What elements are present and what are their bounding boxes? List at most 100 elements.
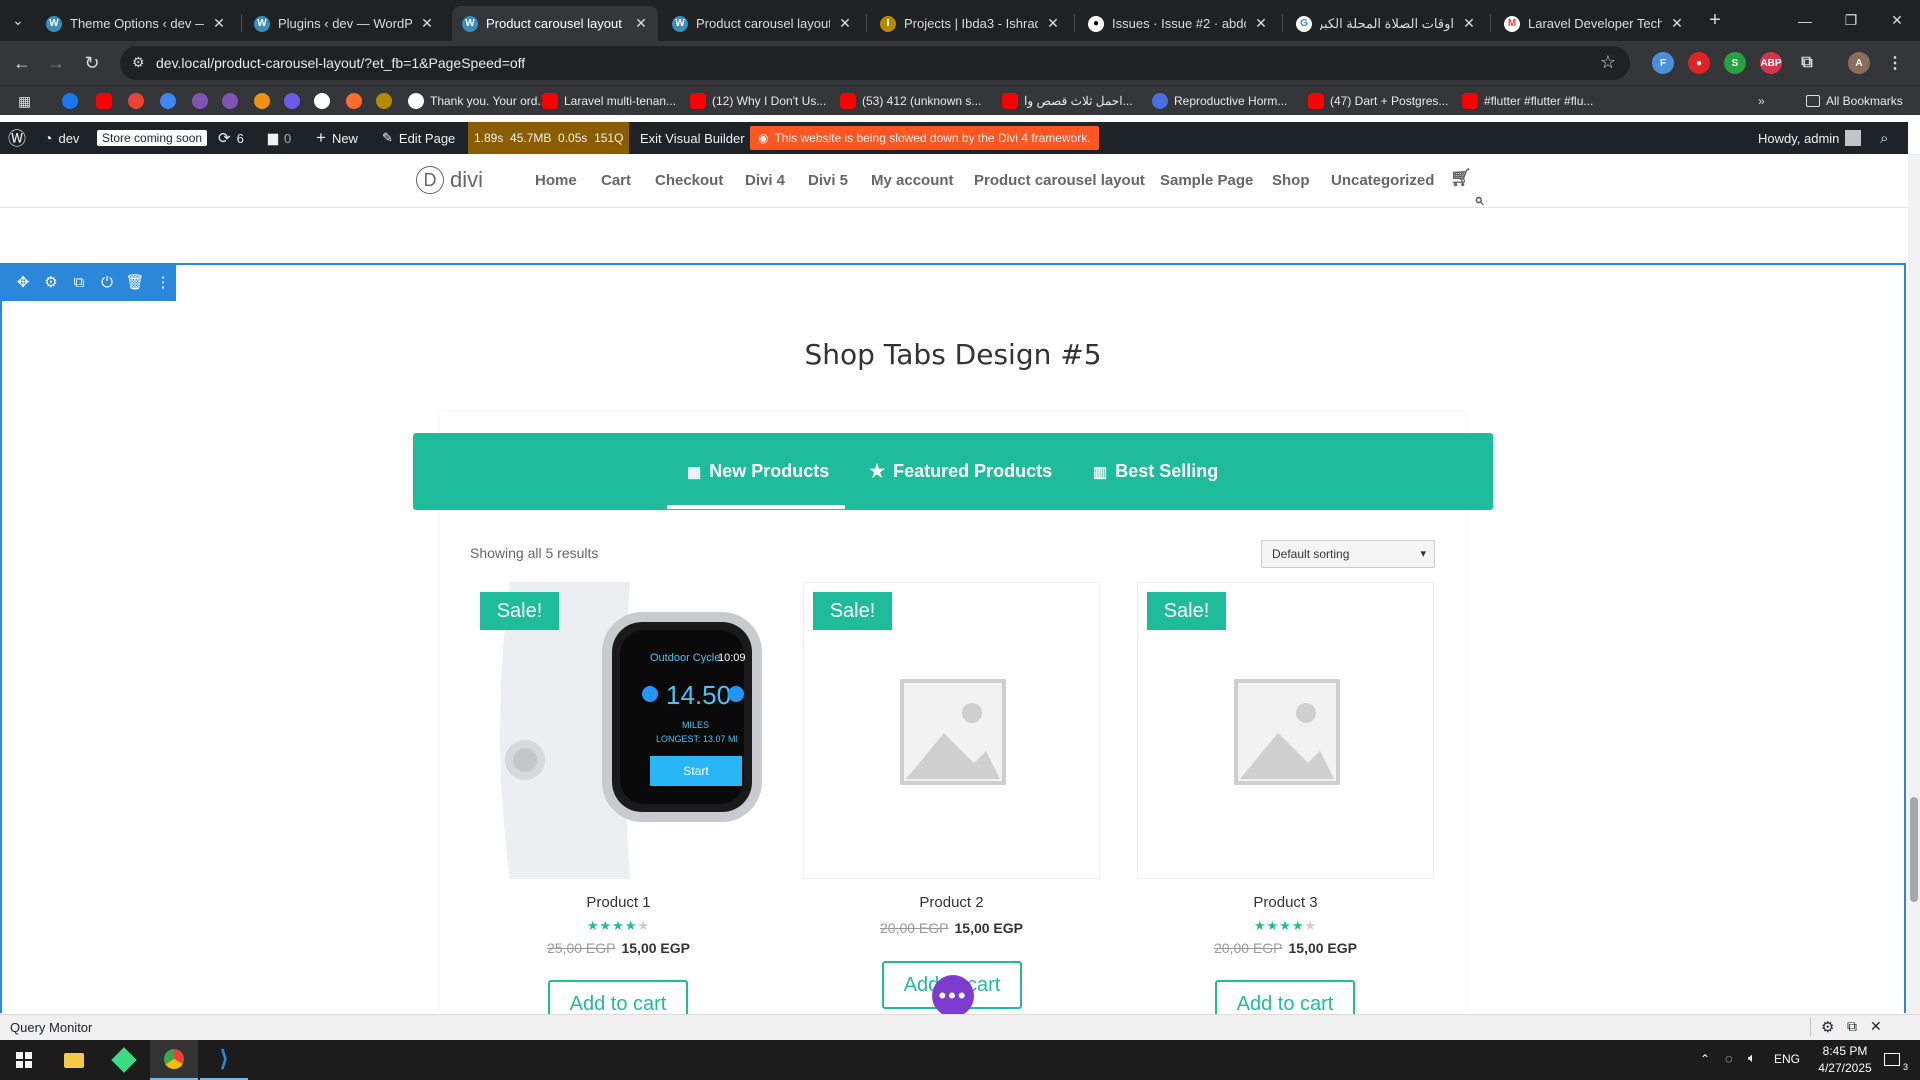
bookmark-item[interactable]: Thank you. Your ord...: [408, 92, 547, 110]
minimize-icon[interactable]: —: [1782, 0, 1828, 41]
close-icon[interactable]: ✕: [1870, 1018, 1882, 1035]
apps-grid-icon[interactable]: ▦: [18, 92, 31, 110]
extensions-puzzle-icon[interactable]: ⧉: [1796, 52, 1818, 74]
save-to-library-icon[interactable]: ⏻: [98, 273, 116, 291]
query-monitor-stats[interactable]: 1.89s 45.7MB 0.05s 151Q: [468, 122, 630, 154]
extension-icon[interactable]: F: [1652, 52, 1674, 74]
more-options-icon[interactable]: ⋮: [154, 273, 172, 291]
tab-theme-options[interactable]: W Theme Options ‹ dev — W ✕: [36, 6, 236, 41]
windows-start-icon[interactable]: [0, 1040, 48, 1080]
address-bar[interactable]: ⚙ dev.local/product-carousel-layout/?et_…: [120, 46, 1630, 80]
tab-prayer-times[interactable]: G اوقات الصلاة المحلة الكبرى ✕: [1286, 6, 1486, 41]
tab-laravel-dev[interactable]: M Laravel Developer Technic ✕: [1494, 6, 1694, 41]
nav-uncategorized[interactable]: Uncategorized: [1331, 172, 1434, 189]
bookmark-item[interactable]: (47) Dart + Postgres...: [1308, 92, 1448, 110]
bookmark-item[interactable]: [160, 92, 176, 110]
bookmark-item[interactable]: احمل ثلاث قصص وا...: [1002, 92, 1133, 110]
tab-product-carousel[interactable]: W Product carousel layout | d ✕: [662, 6, 862, 41]
nav-sample-page[interactable]: Sample Page: [1160, 172, 1253, 189]
bookmark-item[interactable]: [376, 92, 392, 110]
search-icon[interactable]: ⌕: [1474, 190, 1484, 210]
site-info-icon[interactable]: ⚙: [132, 54, 145, 71]
chrome-icon[interactable]: [150, 1040, 198, 1080]
howdy-account-link[interactable]: Howdy, admin: [1758, 122, 1862, 154]
delete-icon[interactable]: 🗑︎: [125, 273, 144, 291]
notification-center-icon[interactable]: 3: [1880, 1048, 1908, 1072]
bookmark-item[interactable]: [128, 92, 144, 110]
settings-gear-icon[interactable]: ⚙: [1821, 1018, 1834, 1036]
new-tab-button[interactable]: +: [1700, 0, 1730, 41]
bookmark-star-icon[interactable]: ☆: [1600, 52, 1616, 73]
tab-product-carousel-active[interactable]: W Product carousel layout | d ✕: [452, 6, 658, 41]
vscode-icon[interactable]: ⟩: [200, 1040, 248, 1080]
bookmark-item[interactable]: [314, 92, 330, 110]
tab-plugins[interactable]: W Plugins ‹ dev — WordPre ✕: [244, 6, 444, 41]
nav-home[interactable]: Home: [535, 172, 577, 189]
file-explorer-icon[interactable]: [50, 1040, 98, 1080]
back-icon[interactable]: ←: [8, 49, 36, 77]
new-content-link[interactable]: + New: [316, 122, 358, 154]
bookmark-item[interactable]: [96, 92, 112, 110]
bookmark-item[interactable]: [222, 92, 238, 110]
close-icon[interactable]: ✕: [838, 15, 852, 32]
settings-gear-icon[interactable]: ⚙: [42, 273, 60, 291]
tab-new-products[interactable]: ▦ New Products: [687, 433, 829, 510]
bookmark-item[interactable]: [254, 92, 270, 110]
divi-warning-badge[interactable]: ◉ This website is being slowed down by t…: [750, 126, 1099, 150]
close-window-icon[interactable]: ✕: [1874, 0, 1920, 41]
volume-icon[interactable]: 🔈︎: [1748, 1050, 1756, 1066]
nav-shop[interactable]: Shop: [1272, 172, 1310, 189]
close-icon[interactable]: ✕: [420, 15, 434, 32]
menu-kebab-icon[interactable]: ⋮: [1884, 52, 1906, 74]
nav-divi-5[interactable]: Divi 5: [808, 172, 848, 189]
tab-best-selling[interactable]: ▥ Best Selling: [1093, 433, 1218, 510]
wordpress-logo-icon[interactable]: Ⓦ: [8, 122, 26, 154]
comments-link[interactable]: ▆ 0: [268, 122, 291, 154]
duplicate-icon[interactable]: ⧉: [70, 273, 88, 291]
search-icon[interactable]: ⌕: [1880, 122, 1888, 154]
chevron-up-icon[interactable]: ⌃: [1700, 1052, 1710, 1066]
sorting-select[interactable]: Default sorting ▾: [1261, 540, 1435, 568]
product-title[interactable]: Product 2: [803, 894, 1100, 911]
bookmark-item[interactable]: Reproductive Horm...: [1152, 92, 1287, 110]
restore-icon[interactable]: ❐: [1828, 0, 1874, 41]
reload-icon[interactable]: ↻: [78, 49, 106, 77]
nav-my-account[interactable]: My account: [871, 172, 954, 189]
tab-featured-products[interactable]: ★ Featured Products: [869, 433, 1052, 510]
bookmark-item[interactable]: [284, 92, 300, 110]
bookmark-item[interactable]: [62, 92, 78, 110]
tab-projects[interactable]: I Projects | Ibda3 - IshraqW ✕: [870, 6, 1070, 41]
nav-cart[interactable]: Cart: [601, 172, 631, 189]
forward-icon[interactable]: →: [42, 49, 70, 77]
close-icon[interactable]: ✕: [1670, 15, 1684, 32]
nav-checkout[interactable]: Checkout: [655, 172, 723, 189]
close-icon[interactable]: ✕: [1462, 15, 1476, 32]
clock-time[interactable]: 8:45 PM: [1810, 1044, 1880, 1058]
site-logo[interactable]: D divi: [416, 166, 483, 194]
bookmark-item[interactable]: [192, 92, 208, 110]
move-icon[interactable]: ✥: [14, 273, 32, 291]
extension-icon[interactable]: ●: [1688, 52, 1710, 74]
language-indicator[interactable]: ENG: [1774, 1052, 1800, 1066]
builder-more-button[interactable]: •••: [932, 975, 974, 1017]
site-name-link[interactable]: ◔ dev: [44, 122, 79, 154]
cart-icon[interactable]: 🛒︎: [1450, 168, 1472, 188]
tab-issues[interactable]: ● Issues · Issue #2 · abdozo ✕: [1078, 6, 1278, 41]
product-title[interactable]: Product 3: [1137, 894, 1434, 911]
close-icon[interactable]: ✕: [1046, 15, 1060, 32]
more-bookmarks-icon[interactable]: »: [1758, 92, 1765, 110]
profile-avatar[interactable]: A: [1848, 52, 1870, 74]
clock-date[interactable]: 4/27/2025: [1808, 1061, 1882, 1075]
nav-product-carousel[interactable]: Product carousel layout: [974, 172, 1145, 189]
bookmark-item[interactable]: [346, 92, 362, 110]
adblock-icon[interactable]: ABP: [1760, 52, 1782, 74]
network-icon[interactable]: ◌: [1725, 1051, 1733, 1066]
bookmark-item[interactable]: Laravel multi-tenan...: [542, 92, 676, 110]
close-icon[interactable]: ✕: [212, 15, 226, 32]
product-title[interactable]: Product 1: [470, 894, 767, 911]
store-status-badge[interactable]: Store coming soon: [97, 122, 208, 154]
tab-search-icon[interactable]: ⌄: [0, 0, 36, 41]
bookmark-item[interactable]: #flutter #flutter #flu...: [1462, 92, 1593, 110]
close-icon[interactable]: ✕: [634, 15, 648, 32]
toggle-panel-icon[interactable]: ⧉: [1847, 1018, 1857, 1035]
